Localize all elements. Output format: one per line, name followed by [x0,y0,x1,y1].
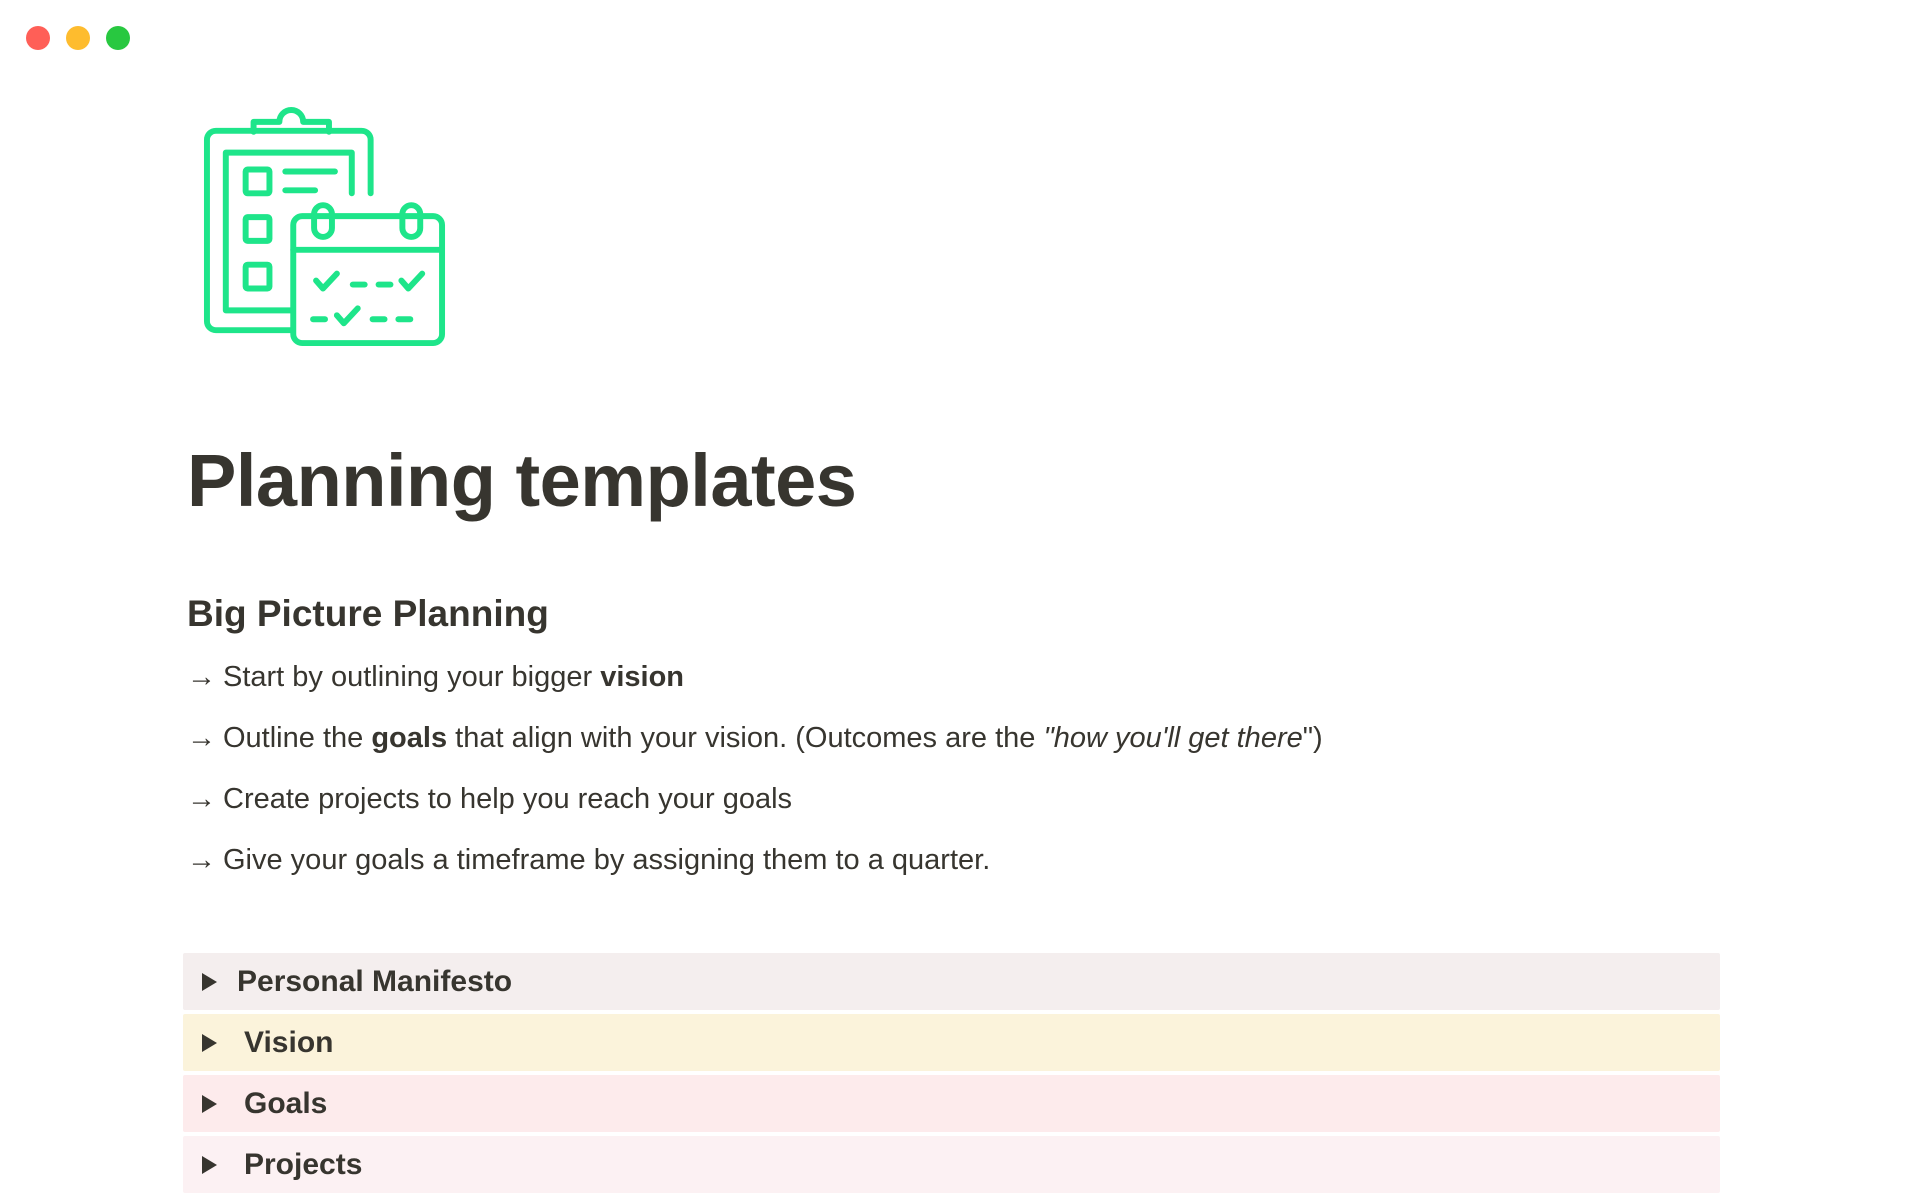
instruction-item[interactable]: → Outline the goals that align with your … [187,713,1323,774]
bold-text: vision [600,661,685,693]
window-controls [26,26,130,50]
toggle-block-projects[interactable]: Projects [183,1136,1720,1193]
toggle-block-goals[interactable]: Goals [183,1075,1720,1132]
text-span: Start by outlining your bigger [223,661,601,693]
triangle-right-icon[interactable] [202,1094,217,1113]
clipboard-calendar-checklist-icon[interactable] [202,106,448,352]
toggle-block-personal-manifesto[interactable]: Personal Manifesto [183,953,1720,1010]
bold-text: goals [371,722,448,754]
triangle-right-icon[interactable] [202,1033,217,1052]
section-heading[interactable]: Big Picture Planning [187,591,549,637]
text-span: ") [1302,722,1323,754]
page-title[interactable]: Planning templates [187,437,857,525]
zoom-window-button[interactable] [106,26,130,50]
text-span: that align with your vision. (Outcomes a… [447,722,1044,754]
italic-text: "how you'll get there [1043,722,1303,754]
instruction-item[interactable]: → Create projects to help you reach your … [187,774,1323,835]
arrow-icon: → [187,661,216,693]
toggle-label: Vision [244,1025,334,1059]
instruction-item[interactable]: → Give your goals a timeframe by assignin… [187,835,1323,896]
toggle-label: Goals [244,1086,328,1120]
triangle-right-icon[interactable] [202,1155,217,1174]
toggle-label: Projects [244,1147,363,1181]
arrow-icon: → [187,722,216,754]
app-window: Planning templates Big Picture Planning … [0,0,1920,1200]
toggle-label: Personal Manifesto [237,964,513,998]
toggle-list: Personal Manifesto Vision Goals Projects [183,953,1720,1197]
text-span: Give your goals a timeframe by assigning… [223,844,991,876]
text-span: Outline the [223,722,372,754]
text-span: Create projects to help you reach your g… [223,783,793,815]
toggle-block-vision[interactable]: Vision [183,1014,1720,1071]
triangle-right-icon[interactable] [202,972,217,991]
close-window-button[interactable] [26,26,50,50]
instruction-item[interactable]: → Start by outlining your bigger vision [187,652,1323,713]
minimize-window-button[interactable] [66,26,90,50]
arrow-icon: → [187,783,216,815]
arrow-icon: → [187,844,216,876]
instruction-list: → Start by outlining your bigger vision → O… [187,652,1323,896]
